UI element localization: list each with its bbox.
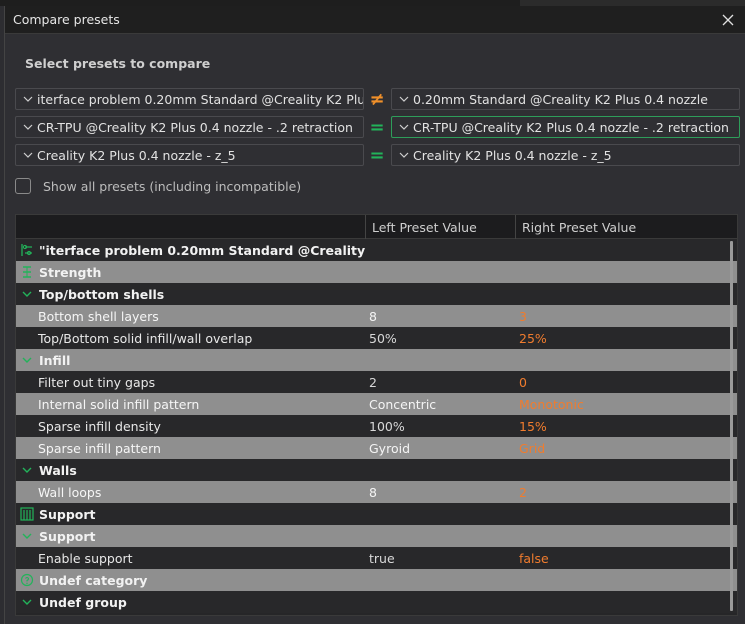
table-row[interactable]: Wall loops 8 2 (16, 481, 737, 503)
equal-icon: = (369, 116, 385, 138)
title-bar: Compare presets (5, 6, 745, 34)
right-value: Grid (519, 440, 546, 456)
group-row[interactable]: Top/bottom shells (16, 283, 737, 305)
left-value: 8 (369, 484, 377, 500)
left-value: 8 (369, 308, 377, 324)
close-icon[interactable] (719, 11, 737, 29)
left-value: 2 (369, 374, 377, 390)
equal-icon: = (369, 144, 385, 166)
group-label: Top/bottom shells (39, 286, 165, 302)
group-row[interactable]: Walls (16, 459, 737, 481)
option-label: Wall loops (38, 484, 102, 500)
show-all-presets-toggle[interactable]: Show all presets (including incompatible… (15, 178, 301, 194)
group-label: Infill (39, 352, 71, 368)
header-right-value: Right Preset Value (522, 219, 637, 235)
chevron-down-icon[interactable] (19, 462, 35, 478)
table-row[interactable]: Filter out tiny gaps 2 0 (16, 371, 737, 393)
window-title: Compare presets (13, 12, 120, 27)
category-row[interactable]: Strength (16, 261, 737, 283)
right-process-preset-value: 0.20mm Standard @Creality K2 Plus 0.4 no… (413, 91, 708, 107)
table-row[interactable]: Enable support true false (16, 547, 737, 569)
support-icon (19, 506, 35, 522)
option-label: Sparse infill pattern (38, 440, 161, 456)
right-value: 25% (519, 330, 547, 346)
left-value: Gyroid (369, 440, 411, 456)
left-filament-preset-value: CR-TPU @Creality K2 Plus 0.4 nozzle - .2… (37, 119, 353, 135)
option-label: Enable support (38, 550, 133, 566)
left-printer-preset-select[interactable]: Creality K2 Plus 0.4 nozzle - z_5 (15, 144, 364, 166)
group-row[interactable]: Support (16, 525, 737, 547)
right-value: 15% (519, 418, 547, 434)
table-row[interactable]: Bottom shell layers 8 3 (16, 305, 737, 327)
compare-presets-dialog: Compare presets Select presets to compar… (4, 6, 745, 624)
category-label: Support (39, 506, 96, 522)
left-value: 100% (369, 418, 405, 434)
right-value: Monotonic (519, 396, 584, 412)
right-value: false (519, 550, 549, 566)
category-row[interactable]: Undef category (16, 569, 737, 591)
group-label: Undef group (39, 594, 127, 610)
category-row[interactable]: Support (16, 503, 737, 525)
chevron-down-icon[interactable] (19, 528, 35, 544)
left-value: Concentric (369, 396, 437, 412)
left-filament-preset-select[interactable]: CR-TPU @Creality K2 Plus 0.4 nozzle - .2… (15, 116, 364, 138)
table-body: "iterface problem 0.20mm Standard @Creal… (16, 239, 737, 613)
right-process-preset-select[interactable]: 0.20mm Standard @Creality K2 Plus 0.4 no… (391, 88, 740, 110)
right-value: 3 (519, 308, 527, 324)
left-printer-preset-value: Creality K2 Plus 0.4 nozzle - z_5 (37, 147, 236, 163)
show-all-presets-checkbox[interactable] (15, 178, 31, 194)
strength-icon (19, 264, 35, 280)
category-label: Undef category (39, 572, 148, 588)
right-filament-preset-value: CR-TPU @Creality K2 Plus 0.4 nozzle - .2… (413, 119, 729, 135)
option-label: Bottom shell layers (38, 308, 159, 324)
right-value: 0 (519, 374, 527, 390)
header-left-value: Left Preset Value (366, 215, 516, 239)
section-title: Select presets to compare (25, 56, 211, 71)
chevron-down-icon (22, 93, 34, 105)
preset-header-row[interactable]: "iterface problem 0.20mm Standard @Creal… (16, 239, 737, 261)
table-row[interactable]: Sparse infill density 100% 15% (16, 415, 737, 437)
option-label: Internal solid infill pattern (38, 396, 200, 412)
left-value: 50% (369, 330, 397, 346)
undef-category-icon (19, 572, 35, 588)
preset-compare-icon (19, 242, 35, 258)
option-label: Filter out tiny gaps (38, 374, 156, 390)
table-row[interactable]: Top/Bottom solid infill/wall overlap 50% 2… (16, 327, 737, 349)
right-filament-preset-select[interactable]: CR-TPU @Creality K2 Plus 0.4 nozzle - .2… (391, 116, 740, 138)
chevron-down-icon[interactable] (19, 352, 35, 368)
chevron-down-icon[interactable] (19, 286, 35, 302)
left-process-preset-value: iterface problem 0.20mm Standard @Creali… (37, 91, 363, 107)
chevron-down-icon (22, 149, 34, 161)
right-printer-preset-select[interactable]: Creality K2 Plus 0.4 nozzle - z_5 (391, 144, 740, 166)
right-printer-preset-value: Creality K2 Plus 0.4 nozzle - z_5 (413, 147, 612, 163)
show-all-presets-label: Show all presets (including incompatible… (43, 178, 302, 194)
table-header: Left Preset Value Right Preset Value (16, 215, 737, 239)
option-label: Top/Bottom solid infill/wall overlap (38, 330, 253, 346)
option-label: Sparse infill density (38, 418, 161, 434)
group-row[interactable]: Undef group (16, 591, 737, 613)
right-value: 2 (519, 484, 527, 500)
chevron-down-icon (398, 121, 410, 133)
chevron-down-icon (398, 93, 410, 105)
preset-header-label: "iterface problem 0.20mm Standard @Creal… (39, 242, 366, 258)
chevron-down-icon (398, 149, 410, 161)
group-label: Walls (39, 462, 77, 478)
not-equal-icon: ≠ (369, 88, 385, 110)
table-row[interactable]: Sparse infill pattern Gyroid Grid (16, 437, 737, 459)
compare-table: Left Preset Value Right Preset Value "it… (15, 214, 738, 616)
header-option (16, 215, 366, 239)
category-label: Strength (39, 264, 102, 280)
vertical-scrollbar[interactable] (730, 241, 733, 611)
left-value: true (369, 550, 395, 566)
left-process-preset-select[interactable]: iterface problem 0.20mm Standard @Creali… (15, 88, 364, 110)
group-label: Support (39, 528, 96, 544)
chevron-down-icon[interactable] (19, 594, 35, 610)
group-row[interactable]: Infill (16, 349, 737, 371)
table-row[interactable]: Internal solid infill pattern Concentric M… (16, 393, 737, 415)
chevron-down-icon (22, 121, 34, 133)
